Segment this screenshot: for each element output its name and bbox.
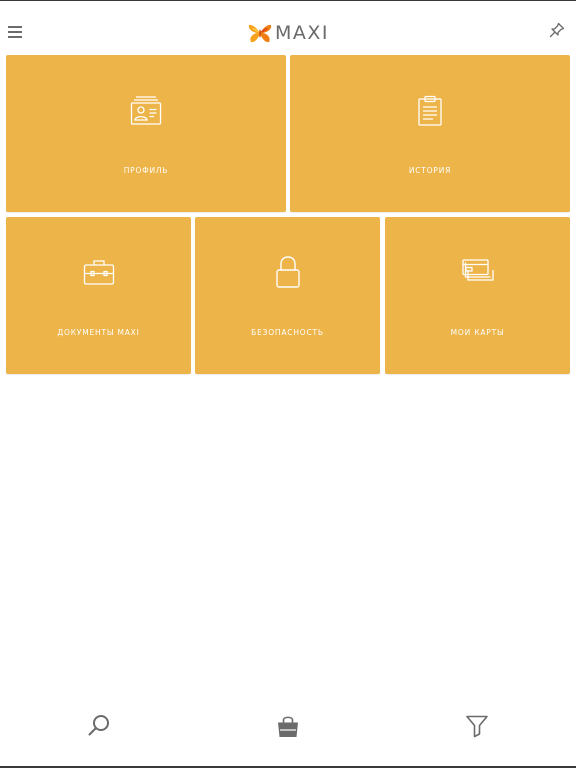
cards-icon [461, 259, 494, 281]
tile-label: БЕЗОПАСНОСТЬ [251, 328, 324, 337]
bottom-tab-bar [0, 690, 576, 768]
tile-profile[interactable]: ПРОФИЛЬ [6, 55, 286, 212]
tile-label: МОИ КАРТЫ [450, 328, 505, 337]
clipboard-list-icon [418, 95, 442, 126]
logo-text: MAXI [275, 22, 330, 44]
tile-label: ПРОФИЛЬ [123, 166, 169, 175]
tile-my-cards[interactable]: МОИ КАРТЫ [385, 217, 570, 374]
padlock-icon [275, 256, 300, 288]
search-icon[interactable] [86, 713, 112, 739]
app-header: MAXI [0, 1, 576, 53]
pin-icon[interactable] [548, 21, 566, 39]
tile-history[interactable]: ИСТОРИЯ [290, 55, 570, 212]
id-card-icon [130, 96, 162, 125]
butterfly-logo-icon [248, 24, 272, 43]
tile-security[interactable]: БЕЗОПАСНОСТЬ [195, 217, 380, 374]
app-logo: MAXI [248, 21, 329, 45]
tile-label: ДОКУМЕНТЫ MAXI [57, 328, 140, 337]
shopping-bag-icon[interactable] [275, 713, 301, 739]
hamburger-menu-icon[interactable] [8, 21, 24, 41]
briefcase-icon [83, 260, 114, 285]
tile-documents[interactable]: ДОКУМЕНТЫ MAXI [6, 217, 191, 374]
tile-label: ИСТОРИЯ [408, 166, 452, 175]
filter-icon[interactable] [464, 713, 490, 739]
